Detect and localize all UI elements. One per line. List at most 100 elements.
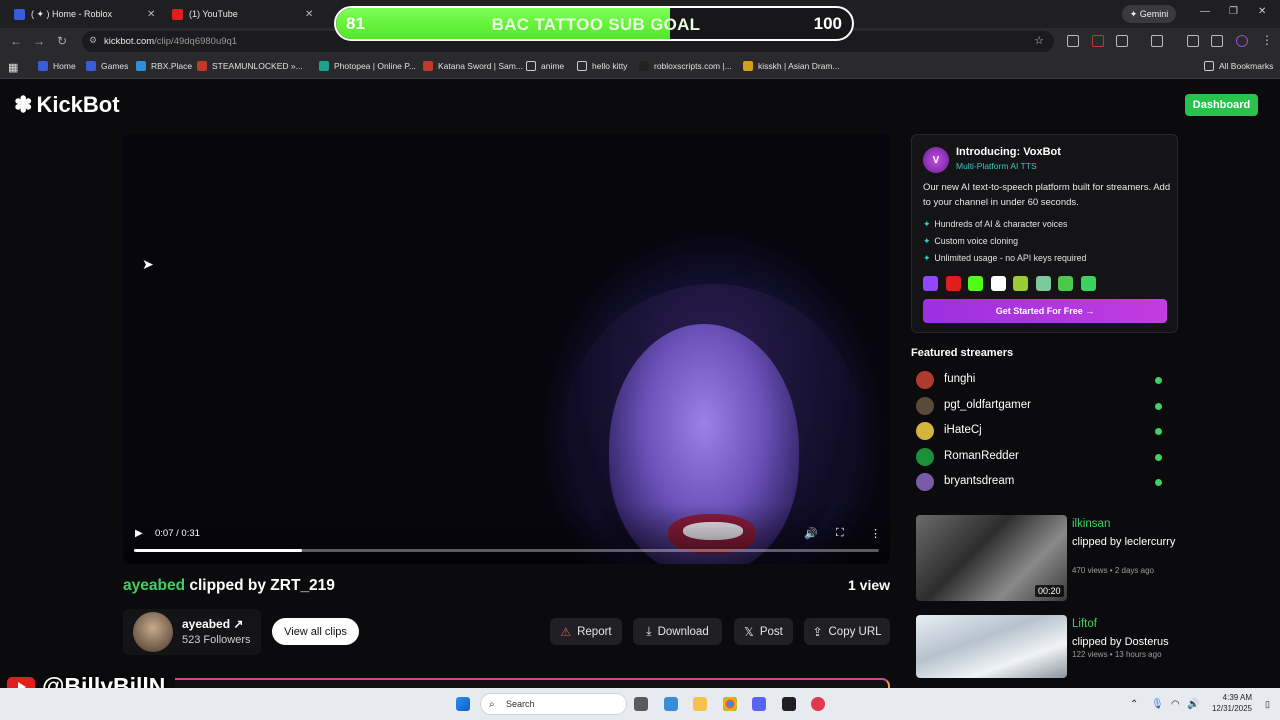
platform-icon — [968, 276, 983, 291]
clip-meta: 122 views • 13 hours ago — [1072, 650, 1162, 659]
bookmark-label: Photopea | Online P... — [334, 61, 416, 71]
fullscreen-icon[interactable]: ⛶ — [836, 527, 844, 540]
kickbot-logo[interactable]: ✽ KickBot — [14, 92, 120, 118]
bookmark-item[interactable]: robloxscripts.com |... — [639, 61, 732, 71]
extension-icon[interactable] — [1092, 35, 1104, 47]
live-status-dot — [1155, 402, 1162, 410]
menu-icon[interactable]: ⋮ — [1261, 33, 1273, 47]
featured-streamer-row[interactable]: RomanRedder — [916, 447, 1166, 467]
gemini-button[interactable]: ✦ Gemini — [1122, 5, 1176, 23]
tab-roblox[interactable]: ( ✦ ) Home - Roblox ✕ — [14, 3, 160, 25]
site-info-icon[interactable]: ⚙ — [89, 35, 97, 46]
clip-channel-link[interactable]: ayeabed — [123, 577, 185, 594]
chrome-icon[interactable] — [723, 697, 737, 711]
favicon-icon — [743, 61, 753, 71]
clip-channel[interactable]: ilkinsan — [1072, 518, 1110, 530]
discord-icon[interactable] — [752, 697, 766, 711]
volume-icon[interactable]: 🔊 — [804, 527, 818, 540]
view-all-clips-button[interactable]: View all clips — [272, 618, 359, 645]
get-started-button[interactable]: Get Started For Free → — [923, 299, 1167, 323]
close-icon[interactable]: ✕ — [305, 9, 313, 20]
task-view-icon[interactable] — [634, 697, 648, 711]
bookmark-item[interactable]: kisskh | Asian Dram... — [743, 61, 840, 71]
url-path: /clip/49dq6980u9q1 — [154, 36, 238, 47]
goal-current: 81 — [346, 14, 365, 33]
report-button[interactable]: ⚠ Report — [550, 618, 622, 645]
post-label: Post — [759, 625, 783, 638]
featured-streamer-row[interactable]: iHateCj — [916, 421, 1166, 441]
back-icon[interactable]: ← — [10, 34, 22, 48]
forward-icon[interactable]: → — [33, 34, 45, 48]
clip-video-player[interactable] — [123, 134, 890, 564]
bookmark-item[interactable]: RBX.Place — [136, 61, 192, 71]
taskbar-clock[interactable]: 4:39 AM 12/31/2025 — [1207, 692, 1252, 714]
featured-streamer-row[interactable]: bryantsdream — [916, 472, 1166, 492]
clip-channel[interactable]: Liftof — [1072, 618, 1097, 630]
minimize-icon[interactable]: — — [1200, 6, 1210, 17]
bookmark-label: RBX.Place — [151, 61, 193, 71]
profile-avatar[interactable] — [1236, 35, 1248, 47]
mouse-cursor-icon: ➤ — [142, 256, 154, 272]
download-icon[interactable] — [1187, 35, 1199, 47]
close-icon[interactable]: ✕ — [147, 9, 155, 20]
more-options-icon[interactable]: ⋮ — [870, 527, 881, 540]
wifi-icon[interactable]: ◠ — [1171, 699, 1180, 710]
terminal-icon[interactable] — [782, 697, 796, 711]
windows-start-icon[interactable] — [456, 697, 470, 711]
bookmark-star-icon[interactable]: ☆ — [1034, 34, 1044, 47]
post-button[interactable]: 𝕏 Post — [734, 618, 793, 645]
gemini-label: Gemini — [1139, 9, 1169, 19]
puzzle-icon[interactable] — [1116, 35, 1128, 47]
reload-icon[interactable]: ↻ — [57, 34, 67, 48]
bookmark-label: kisskh | Asian Dram... — [758, 61, 840, 71]
bookmark-item[interactable]: hello kitty — [577, 61, 627, 71]
apps-icon[interactable]: ▦ — [8, 61, 18, 74]
platform-icon — [1013, 276, 1028, 291]
related-clip-card[interactable]: Liftof clipped by Dosterus 122 views • 1… — [916, 615, 1178, 678]
bookmark-item[interactable]: Katana Sword | Sam... — [423, 61, 523, 71]
dashboard-button[interactable]: Dashboard — [1185, 94, 1258, 116]
bookmark-item[interactable]: anime — [526, 61, 564, 71]
notification-icon[interactable]: ▯ — [1265, 699, 1270, 710]
bookmark-label: Home — [53, 61, 76, 71]
bookmark-item[interactable]: Games — [86, 61, 128, 71]
speaker-icon[interactable]: 🔊 — [1187, 699, 1199, 710]
bookmark-item[interactable]: Photopea | Online P... — [319, 61, 416, 71]
logo-icon: ✽ — [14, 92, 33, 117]
external-link-icon: ↗ — [233, 617, 244, 631]
copy-url-button[interactable]: ⇪ Copy URL — [804, 618, 890, 645]
bookmark-label: anime — [541, 61, 565, 71]
sparkle-icon: ✦ — [923, 236, 931, 246]
maximize-icon[interactable]: ❐ — [1229, 6, 1238, 17]
featured-streamer-row[interactable]: funghi — [916, 370, 1166, 390]
featured-streamer-row[interactable]: pgt_oldfartgamer — [916, 396, 1166, 416]
taskbar-search[interactable]: ⌕ Search — [480, 693, 627, 715]
play-icon[interactable]: ▶ — [135, 528, 143, 539]
report-label: Report — [577, 625, 612, 638]
download-button[interactable]: ⤓ Download — [633, 618, 722, 645]
tray-overflow-icon[interactable]: ⌃ — [1130, 699, 1138, 710]
creator-card[interactable]: ayeabed ↗ 523 Followers — [123, 609, 261, 655]
extension-icon[interactable] — [1067, 35, 1079, 47]
file-explorer-icon[interactable] — [693, 697, 707, 711]
close-window-icon[interactable]: ✕ — [1258, 6, 1266, 17]
widgets-icon[interactable] — [664, 697, 678, 711]
bookmark-item[interactable]: STEAMUNLOCKED »... — [197, 61, 303, 71]
opera-icon[interactable] — [811, 697, 825, 711]
creator-avatar — [133, 612, 173, 652]
microphone-icon[interactable]: 🎙 — [1151, 699, 1164, 710]
view-count: 1 view — [848, 577, 891, 593]
sidepanel-icon[interactable] — [1151, 35, 1163, 47]
creator-name: ayeabed ↗ — [182, 617, 244, 631]
tab-youtube[interactable]: (1) YouTube ✕ — [172, 3, 318, 25]
clip-meta: 470 views • 2 days ago — [1072, 566, 1154, 575]
tab-title: ( ✦ ) Home - Roblox — [31, 8, 113, 19]
live-status-dot — [1155, 453, 1162, 461]
related-clip-card[interactable]: 00:20 ilkinsan clipped by leclercurry 47… — [916, 515, 1178, 601]
bookmark-item[interactable]: Home — [38, 61, 76, 71]
video-seek-bar[interactable] — [134, 549, 879, 552]
media-icon[interactable] — [1211, 35, 1223, 47]
all-bookmarks[interactable]: All Bookmarks — [1204, 61, 1273, 71]
streamer-name: pgt_oldfartgamer — [944, 398, 1031, 411]
streamer-avatar — [916, 447, 934, 466]
